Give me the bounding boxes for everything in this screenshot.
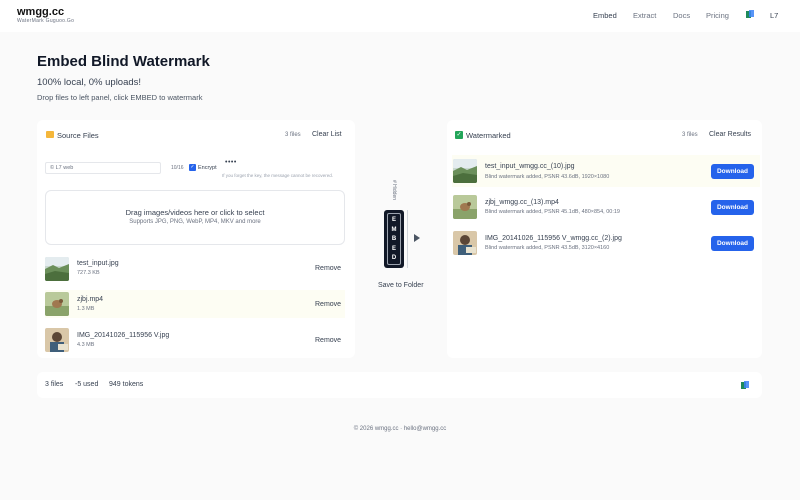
usage-stats-bar — [37, 372, 762, 398]
result-panel-title: Watermarked — [466, 131, 511, 140]
page-instructions: Drop files to left panel, click EMBED to… — [37, 93, 203, 102]
source-file-name: IMG_20141026_115956 V.jpg — [77, 332, 170, 339]
result-file-row: IMG_20141026_115956 V_wmgg.cc_(2).jpg Bl… — [452, 227, 760, 259]
result-file-count: 3 files — [682, 132, 698, 138]
page-title: Embed Blind Watermark — [37, 53, 210, 70]
bird-thumb-icon — [453, 195, 477, 219]
result-file-info: Blind watermark added, PSNR 43.6dB, 1920… — [485, 174, 610, 180]
landscape-thumb-icon — [45, 257, 69, 281]
nav-pricing[interactable]: Pricing — [706, 11, 729, 20]
person-thumb-icon — [45, 328, 69, 352]
result-file-name: test_input_wmgg.cc_(10).jpg — [485, 163, 575, 170]
source-panel-title: Source Files — [57, 131, 99, 140]
folder-icon — [46, 131, 54, 138]
dropzone-title: Drag images/videos here or click to sele… — [125, 208, 265, 217]
check-icon: ✓ — [455, 131, 463, 139]
encrypt-checkbox[interactable]: ✓ — [189, 164, 196, 171]
source-file-size: 1.3 MB — [77, 306, 95, 312]
footer-copyright: © 2026 wmgg.cc · hello@wmgg.cc — [353, 426, 447, 432]
encrypt-label: Encrypt — [198, 165, 217, 171]
hidden-flag-label: # Hidden — [391, 180, 397, 201]
source-file-row: zjbj.mp4 1.3 MB Remove — [45, 290, 345, 318]
password-field[interactable]: •••• — [225, 159, 237, 166]
result-file-name: zjbj_wmgg.cc_(13).mp4 — [485, 199, 559, 206]
stat-used: -5 used — [75, 381, 99, 388]
encrypt-hint: If you forget the key, the message canno… — [222, 173, 333, 178]
char-counter: 10/16 — [171, 165, 184, 171]
source-file-size: 727.3 KB — [77, 270, 100, 276]
source-file-row: test_input.jpg 727.3 KB Remove — [45, 255, 345, 283]
nav-embed[interactable]: Embed — [593, 11, 617, 20]
source-file-count: 3 files — [285, 132, 301, 138]
clear-results-button[interactable]: Clear Results — [709, 131, 751, 138]
language-icon[interactable] — [746, 10, 754, 19]
stat-tokens: 949 tokens — [109, 381, 144, 388]
result-file-row: test_input_wmgg.cc_(10).jpg Blind waterm… — [452, 155, 760, 187]
remove-button[interactable]: Remove — [315, 265, 341, 272]
source-file-row: IMG_20141026_115956 V.jpg 4.3 MB Remove — [45, 326, 345, 354]
landscape-thumb-icon — [453, 159, 477, 183]
source-file-name: zjbj.mp4 — [77, 296, 104, 303]
source-file-size: 4.3 MB — [77, 342, 95, 348]
watermark-text-input[interactable] — [45, 162, 161, 174]
result-file-name: IMG_20141026_115956 V_wmgg.cc_(2).jpg — [485, 235, 622, 242]
result-file-info: Blind watermark added, PSNR 45.1dB, 480×… — [485, 209, 620, 215]
nav-extract[interactable]: Extract — [633, 11, 656, 20]
source-file-name: test_input.jpg — [77, 260, 119, 267]
bird-thumb-icon — [45, 292, 69, 316]
result-file-info: Blind watermark added, PSNR 43.5dB, 3120… — [485, 245, 610, 251]
arrow-right-icon — [414, 234, 420, 242]
embed-button-label[interactable]: EMBED — [387, 213, 401, 265]
stat-files: 3 files — [45, 381, 64, 388]
file-dropzone[interactable] — [45, 190, 345, 245]
dropzone-formats: Supports JPG, PNG, WebP, MP4, MKV and mo… — [129, 219, 261, 225]
language-icon[interactable] — [741, 381, 749, 390]
divider — [407, 210, 408, 268]
brand-tagline: WaterMark Guguoo.Go — [17, 18, 75, 24]
remove-button[interactable]: Remove — [315, 337, 341, 344]
result-file-row: zjbj_wmgg.cc_(13).mp4 Blind watermark ad… — [452, 191, 760, 223]
brand-logo[interactable]: wmgg.cc — [17, 6, 64, 18]
download-button[interactable]: Download — [711, 236, 754, 251]
save-to-folder-button[interactable]: Save to Folder — [378, 282, 424, 289]
download-button[interactable]: Download — [711, 164, 754, 179]
remove-button[interactable]: Remove — [315, 301, 341, 308]
download-button[interactable]: Download — [711, 200, 754, 215]
clear-list-button[interactable]: Clear List — [312, 131, 342, 138]
user-avatar-label[interactable]: L7 — [770, 11, 778, 20]
person-thumb-icon — [453, 231, 477, 255]
nav-docs[interactable]: Docs — [673, 11, 690, 20]
page-subtitle: 100% local, 0% uploads! — [37, 77, 142, 88]
